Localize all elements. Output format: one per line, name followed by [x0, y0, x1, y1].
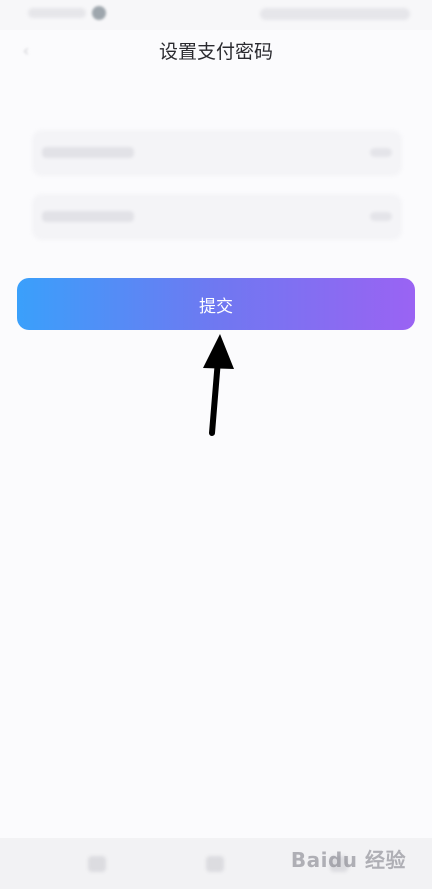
submit-button[interactable]: 提交	[17, 278, 415, 330]
header: ‹ 设置支付密码	[0, 30, 432, 72]
page-title: 设置支付密码	[158, 41, 273, 63]
eye-icon[interactable]	[370, 212, 392, 221]
confirm-password-placeholder	[42, 211, 134, 222]
status-bar	[0, 0, 432, 30]
baidu-watermark: Baidu 经验	[290, 848, 406, 872]
password-placeholder	[42, 147, 134, 158]
nav-back-icon[interactable]	[88, 856, 106, 872]
status-time	[28, 8, 86, 18]
eye-icon[interactable]	[370, 148, 392, 157]
confirm-password-field[interactable]	[32, 194, 402, 240]
status-icons	[260, 8, 410, 20]
password-field[interactable]	[32, 130, 402, 176]
status-indicator-icon	[92, 6, 106, 20]
nav-home-icon[interactable]	[206, 856, 224, 872]
